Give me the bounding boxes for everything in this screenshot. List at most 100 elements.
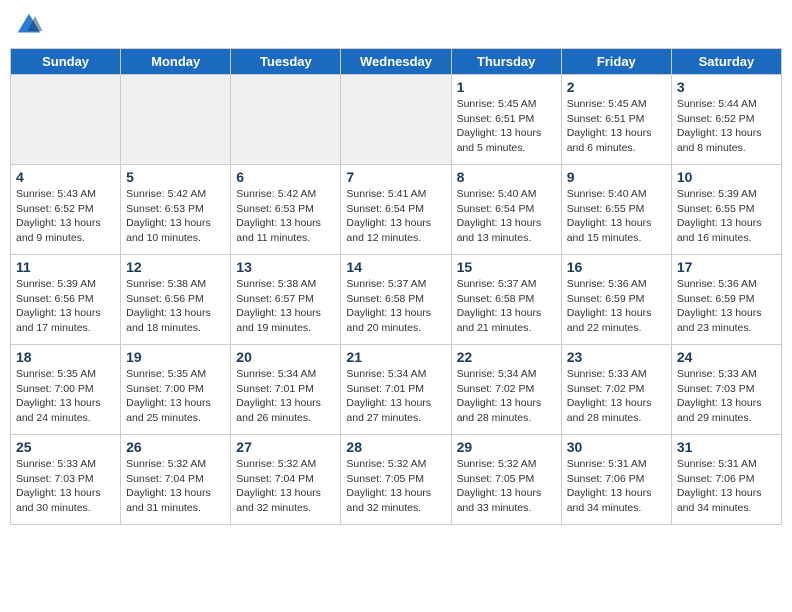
day-info: Sunrise: 5:36 AM Sunset: 6:59 PM Dayligh…	[567, 277, 666, 336]
day-number: 8	[457, 169, 556, 185]
weekday-header-sunday: Sunday	[11, 49, 121, 75]
day-info: Sunrise: 5:32 AM Sunset: 7:04 PM Dayligh…	[126, 457, 225, 516]
calendar-cell: 12 Sunrise: 5:38 AM Sunset: 6:56 PM Dayli…	[121, 255, 231, 345]
page-header	[10, 10, 782, 40]
day-info: Sunrise: 5:45 AM Sunset: 6:51 PM Dayligh…	[567, 97, 666, 156]
calendar-cell: 23Sunrise: 5:33 AM Sunset: 7:02 PM Dayli…	[561, 345, 671, 435]
weekday-header-friday: Friday	[561, 49, 671, 75]
day-number: 26	[126, 439, 225, 455]
day-number: 20	[236, 349, 335, 365]
calendar-cell: 18Sunrise: 5:35 AM Sunset: 7:00 PM Dayli…	[11, 345, 121, 435]
calendar-header: SundayMondayTuesdayWednesdayThursdayFrid…	[11, 49, 782, 75]
calendar-cell: 26 Sunrise: 5:32 AM Sunset: 7:04 PM Dayli…	[121, 435, 231, 525]
calendar-cell: 7 Sunrise: 5:41 AM Sunset: 6:54 PM Daylig…	[341, 165, 451, 255]
calendar-cell: 21 Sunrise: 5:34 AM Sunset: 7:01 PM Dayli…	[341, 345, 451, 435]
calendar-cell: 10 Sunrise: 5:39 AM Sunset: 6:55 PM Dayli…	[671, 165, 781, 255]
calendar-cell: 24 Sunrise: 5:33 AM Sunset: 7:03 PM Dayli…	[671, 345, 781, 435]
day-number: 19	[126, 349, 225, 365]
calendar-cell: 17 Sunrise: 5:36 AM Sunset: 6:59 PM Dayli…	[671, 255, 781, 345]
week-row-3: 11 Sunrise: 5:39 AM Sunset: 6:56 PM Dayli…	[11, 255, 782, 345]
day-number: 10	[677, 169, 776, 185]
calendar-cell: 19 Sunrise: 5:35 AM Sunset: 7:00 PM Dayli…	[121, 345, 231, 435]
day-info: Sunrise: 5:36 AM Sunset: 6:59 PM Dayligh…	[677, 277, 776, 336]
calendar-cell: 6Sunrise: 5:42 AM Sunset: 6:53 PM Daylig…	[231, 165, 341, 255]
day-info: Sunrise: 5:34 AM Sunset: 7:02 PM Dayligh…	[457, 367, 556, 426]
day-info: Sunrise: 5:34 AM Sunset: 7:01 PM Dayligh…	[346, 367, 445, 426]
week-row-1: 1 Sunrise: 5:45 AM Sunset: 6:51 PM Daylig…	[11, 75, 782, 165]
day-number: 16	[567, 259, 666, 275]
day-info: Sunrise: 5:38 AM Sunset: 6:56 PM Dayligh…	[126, 277, 225, 336]
weekday-header-thursday: Thursday	[451, 49, 561, 75]
day-info: Sunrise: 5:31 AM Sunset: 7:06 PM Dayligh…	[567, 457, 666, 516]
calendar-cell: 28Sunrise: 5:32 AM Sunset: 7:05 PM Dayli…	[341, 435, 451, 525]
day-info: Sunrise: 5:40 AM Sunset: 6:55 PM Dayligh…	[567, 187, 666, 246]
day-number: 15	[457, 259, 556, 275]
calendar-cell: 29 Sunrise: 5:32 AM Sunset: 7:05 PM Dayli…	[451, 435, 561, 525]
day-info: Sunrise: 5:40 AM Sunset: 6:54 PM Dayligh…	[457, 187, 556, 246]
calendar-cell: 16 Sunrise: 5:36 AM Sunset: 6:59 PM Dayli…	[561, 255, 671, 345]
week-row-2: 4 Sunrise: 5:43 AM Sunset: 6:52 PM Daylig…	[11, 165, 782, 255]
day-info: Sunrise: 5:32 AM Sunset: 7:05 PM Dayligh…	[457, 457, 556, 516]
calendar-cell	[121, 75, 231, 165]
day-number: 14	[346, 259, 445, 275]
calendar-body: 1 Sunrise: 5:45 AM Sunset: 6:51 PM Daylig…	[11, 75, 782, 525]
day-info: Sunrise: 5:41 AM Sunset: 6:54 PM Dayligh…	[346, 187, 445, 246]
day-info: Sunrise: 5:35 AM Sunset: 7:00 PM Dayligh…	[126, 367, 225, 426]
weekday-header-monday: Monday	[121, 49, 231, 75]
day-info: Sunrise: 5:33 AM Sunset: 7:03 PM Dayligh…	[677, 367, 776, 426]
day-info: Sunrise: 5:33 AM Sunset: 7:03 PM Dayligh…	[16, 457, 115, 516]
day-number: 9	[567, 169, 666, 185]
day-info: Sunrise: 5:34 AM Sunset: 7:01 PM Dayligh…	[236, 367, 335, 426]
calendar-cell	[231, 75, 341, 165]
day-number: 1	[457, 79, 556, 95]
calendar-cell: 22 Sunrise: 5:34 AM Sunset: 7:02 PM Dayli…	[451, 345, 561, 435]
day-number: 13	[236, 259, 335, 275]
calendar-cell: 4 Sunrise: 5:43 AM Sunset: 6:52 PM Daylig…	[11, 165, 121, 255]
calendar-cell: 8 Sunrise: 5:40 AM Sunset: 6:54 PM Daylig…	[451, 165, 561, 255]
day-number: 28	[346, 439, 445, 455]
day-info: Sunrise: 5:44 AM Sunset: 6:52 PM Dayligh…	[677, 97, 776, 156]
day-number: 2	[567, 79, 666, 95]
calendar-cell: 20 Sunrise: 5:34 AM Sunset: 7:01 PM Dayli…	[231, 345, 341, 435]
calendar-table: SundayMondayTuesdayWednesdayThursdayFrid…	[10, 48, 782, 525]
calendar-cell: 30 Sunrise: 5:31 AM Sunset: 7:06 PM Dayli…	[561, 435, 671, 525]
day-info: Sunrise: 5:31 AM Sunset: 7:06 PM Dayligh…	[677, 457, 776, 516]
day-info: Sunrise: 5:42 AM Sunset: 6:53 PM Dayligh…	[126, 187, 225, 246]
weekday-header-wednesday: Wednesday	[341, 49, 451, 75]
day-info: Sunrise: 5:37 AM Sunset: 6:58 PM Dayligh…	[457, 277, 556, 336]
calendar-cell: 9 Sunrise: 5:40 AM Sunset: 6:55 PM Daylig…	[561, 165, 671, 255]
logo	[14, 10, 48, 40]
day-info: Sunrise: 5:39 AM Sunset: 6:55 PM Dayligh…	[677, 187, 776, 246]
calendar-cell: 15 Sunrise: 5:37 AM Sunset: 6:58 PM Dayli…	[451, 255, 561, 345]
calendar-cell: 1 Sunrise: 5:45 AM Sunset: 6:51 PM Daylig…	[451, 75, 561, 165]
calendar-cell	[341, 75, 451, 165]
day-number: 7	[346, 169, 445, 185]
calendar-cell	[11, 75, 121, 165]
day-info: Sunrise: 5:45 AM Sunset: 6:51 PM Dayligh…	[457, 97, 556, 156]
weekday-header-row: SundayMondayTuesdayWednesdayThursdayFrid…	[11, 49, 782, 75]
day-info: Sunrise: 5:35 AM Sunset: 7:00 PM Dayligh…	[16, 367, 115, 426]
week-row-4: 18Sunrise: 5:35 AM Sunset: 7:00 PM Dayli…	[11, 345, 782, 435]
day-number: 25	[16, 439, 115, 455]
calendar-cell: 31Sunrise: 5:31 AM Sunset: 7:06 PM Dayli…	[671, 435, 781, 525]
week-row-5: 25 Sunrise: 5:33 AM Sunset: 7:03 PM Dayli…	[11, 435, 782, 525]
day-number: 30	[567, 439, 666, 455]
day-number: 5	[126, 169, 225, 185]
day-number: 17	[677, 259, 776, 275]
day-info: Sunrise: 5:38 AM Sunset: 6:57 PM Dayligh…	[236, 277, 335, 336]
day-number: 24	[677, 349, 776, 365]
calendar-cell: 3Sunrise: 5:44 AM Sunset: 6:52 PM Daylig…	[671, 75, 781, 165]
calendar-cell: 13 Sunrise: 5:38 AM Sunset: 6:57 PM Dayli…	[231, 255, 341, 345]
day-number: 29	[457, 439, 556, 455]
day-info: Sunrise: 5:33 AM Sunset: 7:02 PM Dayligh…	[567, 367, 666, 426]
day-number: 12	[126, 259, 225, 275]
day-info: Sunrise: 5:39 AM Sunset: 6:56 PM Dayligh…	[16, 277, 115, 336]
day-number: 27	[236, 439, 335, 455]
day-number: 22	[457, 349, 556, 365]
day-info: Sunrise: 5:43 AM Sunset: 6:52 PM Dayligh…	[16, 187, 115, 246]
day-number: 4	[16, 169, 115, 185]
day-number: 21	[346, 349, 445, 365]
day-number: 11	[16, 259, 115, 275]
day-info: Sunrise: 5:37 AM Sunset: 6:58 PM Dayligh…	[346, 277, 445, 336]
weekday-header-tuesday: Tuesday	[231, 49, 341, 75]
